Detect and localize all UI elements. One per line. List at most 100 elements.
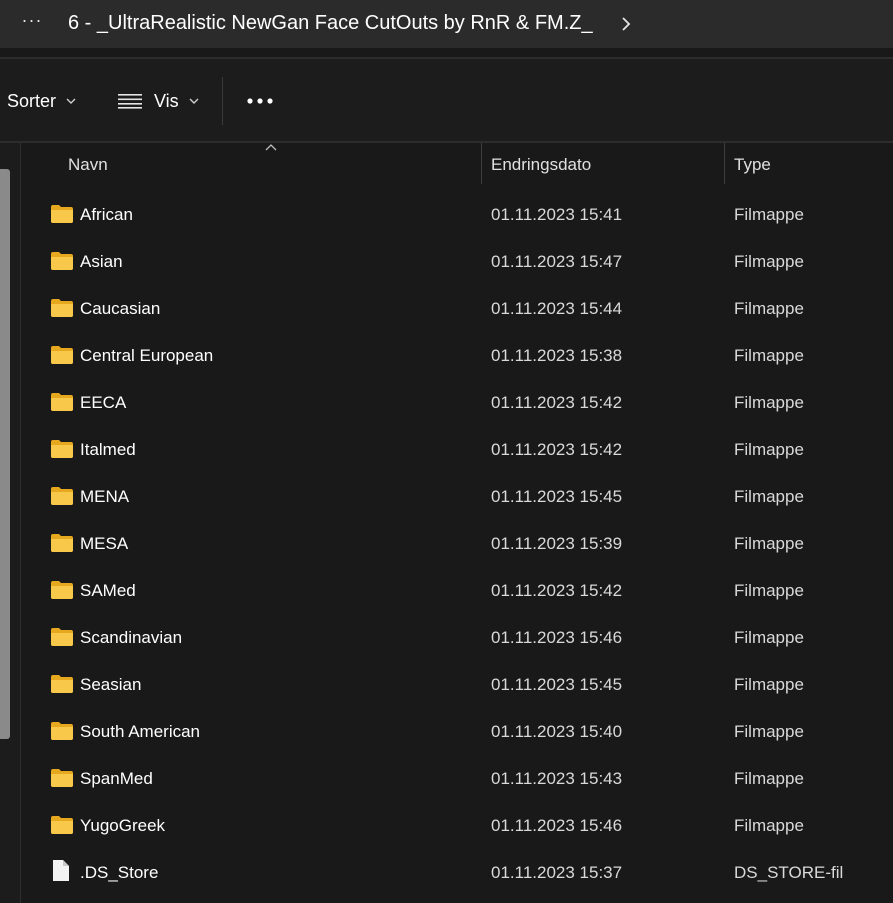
file-name: Seasian xyxy=(80,675,142,694)
file-row[interactable]: MESA 01.11.2023 15:39 Filmappe xyxy=(21,521,893,568)
navigation-pane-scrollbar[interactable] xyxy=(0,169,10,739)
column-resize-handle[interactable] xyxy=(481,143,482,184)
column-header-date[interactable]: Endringsdato xyxy=(491,155,591,175)
file-type: Filmappe xyxy=(734,675,804,694)
file-type: Filmappe xyxy=(734,252,804,271)
folder-icon xyxy=(51,722,73,740)
file-name: Caucasian xyxy=(80,299,161,318)
view-button-label: Vis xyxy=(154,90,179,111)
chevron-down-icon xyxy=(66,98,76,104)
file-name: SpanMed xyxy=(80,769,153,788)
file-row[interactable]: Scandinavian 01.11.2023 15:46 Filmappe xyxy=(21,615,893,662)
file-row[interactable]: SpanMed 01.11.2023 15:43 Filmappe xyxy=(21,756,893,803)
folder-icon xyxy=(51,769,73,787)
file-icon xyxy=(53,860,69,881)
folder-icon xyxy=(51,252,73,270)
file-type: Filmappe xyxy=(734,346,804,365)
file-date: 01.11.2023 15:41 xyxy=(491,205,623,224)
file-row[interactable]: South American 01.11.2023 15:40 Filmappe xyxy=(21,709,893,756)
more-dots-icon xyxy=(247,98,273,104)
file-type: Filmappe xyxy=(734,299,804,318)
folder-icon xyxy=(51,816,73,834)
file-type: Filmappe xyxy=(734,393,804,412)
column-header-name[interactable]: Navn xyxy=(68,155,108,175)
address-bar: ··· 6 - _UltraRealistic NewGan Face CutO… xyxy=(0,0,893,48)
column-header-type[interactable]: Type xyxy=(734,155,771,175)
file-date: 01.11.2023 15:47 xyxy=(491,252,623,271)
folder-icon xyxy=(51,487,73,505)
file-row[interactable]: Italmed 01.11.2023 15:42 Filmappe xyxy=(21,427,893,474)
folder-icon xyxy=(51,628,73,646)
folder-icon xyxy=(51,346,73,364)
file-type: Filmappe xyxy=(734,628,804,647)
file-type: Filmappe xyxy=(734,205,804,224)
folder-icon xyxy=(51,205,73,223)
file-name: South American xyxy=(80,722,201,741)
folder-icon xyxy=(51,440,73,458)
file-type: Filmappe xyxy=(734,534,804,553)
file-name: .DS_Store xyxy=(80,863,159,882)
sort-button[interactable]: Sorter xyxy=(7,83,76,119)
column-header: Navn Endringsdato Type xyxy=(21,143,893,185)
file-row[interactable]: EECA 01.11.2023 15:42 Filmappe xyxy=(21,380,893,427)
view-button[interactable]: Vis xyxy=(118,83,199,119)
file-type: Filmappe xyxy=(734,581,804,600)
file-type: Filmappe xyxy=(734,440,804,459)
file-date: 01.11.2023 15:38 xyxy=(491,346,623,365)
file-date: 01.11.2023 15:42 xyxy=(491,581,623,600)
file-date: 01.11.2023 15:46 xyxy=(491,816,623,835)
sort-button-label: Sorter xyxy=(7,90,57,111)
file-row[interactable]: SAMed 01.11.2023 15:42 Filmappe xyxy=(21,568,893,615)
file-type: DS_STORE-fil xyxy=(734,863,844,882)
file-type: Filmappe xyxy=(734,816,804,835)
file-date: 01.11.2023 15:44 xyxy=(491,299,623,318)
file-name: Central European xyxy=(80,346,214,365)
file-date: 01.11.2023 15:46 xyxy=(491,628,623,647)
file-type: Filmappe xyxy=(734,722,804,741)
folder-icon xyxy=(51,675,73,693)
file-name: Asian xyxy=(80,252,123,271)
file-list: African 01.11.2023 15:41 Filmappe Asian … xyxy=(21,192,893,897)
file-row[interactable]: .DS_Store 01.11.2023 15:37 DS_STORE-fil xyxy=(21,850,893,897)
file-name: SAMed xyxy=(80,581,136,600)
file-date: 01.11.2023 15:42 xyxy=(491,440,623,459)
file-row[interactable]: YugoGreek 01.11.2023 15:46 Filmappe xyxy=(21,803,893,850)
file-name: EECA xyxy=(80,393,127,412)
file-row[interactable]: Caucasian 01.11.2023 15:44 Filmappe xyxy=(21,286,893,333)
file-date: 01.11.2023 15:45 xyxy=(491,675,623,694)
file-date: 01.11.2023 15:42 xyxy=(491,393,623,412)
file-row[interactable]: MENA 01.11.2023 15:45 Filmappe xyxy=(21,474,893,521)
file-name: MENA xyxy=(80,487,130,506)
file-row[interactable]: African 01.11.2023 15:41 Filmappe xyxy=(21,192,893,239)
file-row[interactable]: Asian 01.11.2023 15:47 Filmappe xyxy=(21,239,893,286)
breadcrumb-overflow-button[interactable]: ··· xyxy=(18,10,46,36)
breadcrumb-current-folder[interactable]: 6 - _UltraRealistic NewGan Face CutOuts … xyxy=(68,12,593,35)
more-options-button[interactable] xyxy=(246,83,274,119)
file-type: Filmappe xyxy=(734,487,804,506)
file-name: African xyxy=(80,205,133,224)
file-date: 01.11.2023 15:39 xyxy=(491,534,623,553)
command-bar: Sorter Vis xyxy=(0,59,893,142)
file-date: 01.11.2023 15:45 xyxy=(491,487,623,506)
file-type: Filmappe xyxy=(734,769,804,788)
folder-icon xyxy=(51,393,73,411)
breadcrumb[interactable]: ··· 6 - _UltraRealistic NewGan Face CutO… xyxy=(0,0,893,48)
file-row[interactable]: Seasian 01.11.2023 15:45 Filmappe xyxy=(21,662,893,709)
file-row[interactable]: Central European 01.11.2023 15:38 Filmap… xyxy=(21,333,893,380)
toolbar-divider xyxy=(222,77,223,125)
folder-icon xyxy=(51,534,73,552)
file-name: YugoGreek xyxy=(80,816,166,835)
folder-icon xyxy=(51,581,73,599)
navigation-pane xyxy=(0,143,20,903)
file-name: Scandinavian xyxy=(80,628,183,647)
file-name: Italmed xyxy=(80,440,136,459)
file-date: 01.11.2023 15:43 xyxy=(491,769,623,788)
sort-ascending-icon xyxy=(265,144,277,151)
file-name: MESA xyxy=(80,534,129,553)
file-date: 01.11.2023 15:40 xyxy=(491,722,623,741)
chevron-down-icon xyxy=(189,98,199,104)
folder-icon xyxy=(51,299,73,317)
column-resize-handle[interactable] xyxy=(724,143,725,184)
details-view-icon xyxy=(118,94,142,109)
chevron-right-icon[interactable] xyxy=(617,13,635,35)
